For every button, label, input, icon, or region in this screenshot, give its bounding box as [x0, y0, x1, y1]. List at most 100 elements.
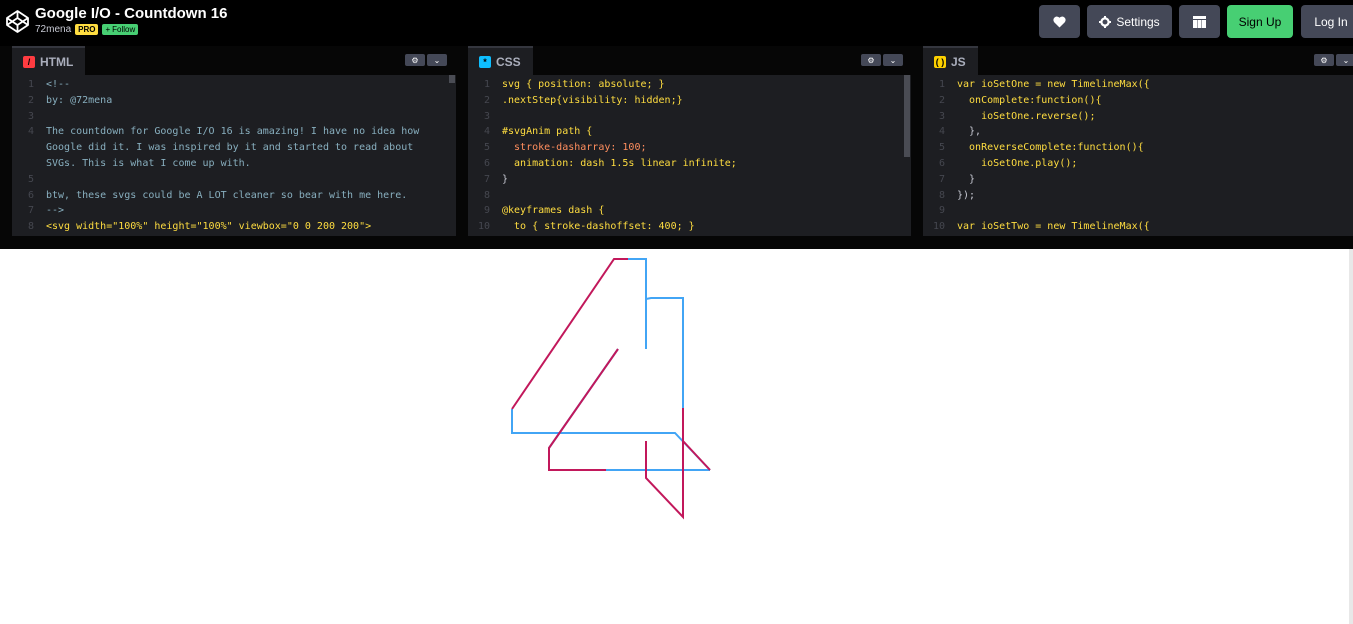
- line-number: 5: [27, 173, 34, 185]
- line-number: 7: [938, 173, 945, 185]
- code-line: #svgAnim path {: [502, 126, 593, 138]
- follow-button[interactable]: + Follow: [102, 24, 139, 35]
- tab-html-label: HTML: [40, 54, 74, 69]
- line-number: 2: [27, 94, 34, 106]
- css-editor[interactable]: * CSS ⚙ ⌄ 1 svg { position: absolute; } …: [468, 46, 911, 236]
- pen-meta: 72mena PRO + Follow: [35, 24, 139, 35]
- pen-title: Google I/O - Countdown 16: [35, 5, 228, 22]
- code-line: onComplete:function(){: [957, 94, 1102, 106]
- login-button[interactable]: Log In: [1301, 5, 1353, 38]
- js-collapse-button[interactable]: ⌄: [1336, 54, 1353, 66]
- css-file-icon: *: [479, 55, 491, 68]
- js-editor[interactable]: ( ) JS ⚙ ⌄ 1 var ioSetOne = new Timeline…: [923, 46, 1353, 236]
- html-file-icon: /: [23, 55, 35, 68]
- gear-icon: ⚙: [411, 55, 419, 65]
- line-number: 8: [483, 189, 490, 201]
- tab-css[interactable]: * CSS: [468, 46, 533, 75]
- code-line: },: [957, 126, 982, 138]
- author-link[interactable]: 72mena: [35, 24, 71, 35]
- code-line: var ioSetTwo = new TimelineMax({: [957, 221, 1150, 233]
- line-number: 10: [932, 221, 945, 233]
- html-scrollbar[interactable]: [448, 75, 456, 236]
- css-scroll-thumb[interactable]: [904, 75, 910, 157]
- line-number: 7: [27, 205, 34, 217]
- js-file-icon: ( ): [934, 55, 946, 68]
- code-line: });: [957, 189, 976, 201]
- animated-number-four: [511, 258, 711, 520]
- line-number: 1: [27, 79, 34, 90]
- line-number: 9: [483, 205, 490, 217]
- code-line: -->: [46, 205, 65, 217]
- code-line: <!--: [46, 79, 71, 90]
- blue-four-crossbar: [511, 409, 711, 471]
- line-number: 4: [27, 126, 34, 138]
- html-collapse-button[interactable]: ⌄: [427, 54, 447, 66]
- js-settings-button[interactable]: ⚙: [1314, 54, 1334, 66]
- line-number: 8: [27, 221, 34, 233]
- tab-js[interactable]: ( ) JS: [923, 46, 978, 75]
- js-tabbar: ( ) JS ⚙ ⌄: [923, 46, 1353, 75]
- css-scrollbar[interactable]: [903, 75, 911, 236]
- result-preview[interactable]: [0, 249, 1353, 624]
- html-editor[interactable]: / HTML ⚙ ⌄ 1 <!-- 2 by: @72mena 3 4 The …: [12, 46, 456, 236]
- chevron-down-icon: ⌄: [889, 55, 897, 65]
- tab-js-label: JS: [951, 54, 966, 69]
- code-line: SVGs. This is what I come up with.: [46, 158, 251, 169]
- chevron-down-icon: ⌄: [1342, 55, 1350, 65]
- html-settings-button[interactable]: ⚙: [405, 54, 425, 66]
- line-number: 5: [483, 142, 490, 154]
- html-pane-controls: ⚙ ⌄: [405, 54, 447, 66]
- code-line: @keyframes dash {: [502, 205, 605, 217]
- line-number: 3: [483, 110, 490, 122]
- code-line: Google did it. I was inspired by it and …: [46, 142, 414, 154]
- line-number: 5: [938, 142, 945, 154]
- magenta-four-stem: [645, 408, 684, 520]
- magenta-four-inner: [548, 348, 619, 471]
- tab-css-label: CSS: [496, 54, 521, 69]
- code-line: to { stroke-dashoffset: 400; }: [502, 221, 695, 233]
- css-pane-controls: ⚙ ⌄: [861, 54, 903, 66]
- line-number: 3: [27, 110, 34, 122]
- gear-icon: ⚙: [1320, 55, 1328, 65]
- settings-button[interactable]: Settings: [1087, 5, 1172, 38]
- follow-label: Follow: [112, 25, 136, 34]
- line-number: 4: [938, 126, 945, 138]
- html-scroll-thumb[interactable]: [449, 75, 455, 83]
- code-line: <svg width="100%" height="100%" viewbox=…: [46, 221, 372, 233]
- codepen-logo-icon[interactable]: [5, 9, 30, 34]
- code-line: ioSetOne.play();: [957, 158, 1078, 169]
- line-number: 4: [483, 126, 490, 138]
- line-number: 2: [938, 94, 945, 106]
- css-settings-button[interactable]: ⚙: [861, 54, 881, 66]
- code-line: .nextStep{visibility: hidden;}: [502, 94, 683, 106]
- line-number: 6: [27, 189, 34, 201]
- resize-handle[interactable]: [0, 236, 1353, 249]
- css-tabbar: * CSS ⚙ ⌄: [468, 46, 911, 75]
- code-line: stroke-dasharray: 100;: [502, 142, 647, 154]
- html-tabbar: / HTML ⚙ ⌄: [12, 46, 456, 75]
- line-number: 1: [938, 79, 945, 90]
- line-number: 1: [483, 79, 490, 90]
- code-line: The countdown for Google I/O 16 is amazi…: [46, 126, 420, 138]
- gear-icon: ⚙: [867, 55, 875, 65]
- css-collapse-button[interactable]: ⌄: [883, 54, 903, 66]
- line-number: 10: [477, 221, 490, 233]
- heart-icon: [1053, 16, 1066, 27]
- tab-html[interactable]: / HTML: [12, 46, 86, 75]
- gear-icon: [1099, 15, 1112, 28]
- pro-badge: PRO: [75, 24, 99, 35]
- signup-button[interactable]: Sign Up: [1227, 5, 1293, 38]
- magenta-four-tail: [682, 440, 711, 471]
- code-line: btw, these svgs could be A LOT cleaner s…: [46, 189, 408, 201]
- code-line: }: [957, 173, 976, 185]
- heart-button[interactable]: [1039, 5, 1080, 38]
- code-line: svg { position: absolute; }: [502, 79, 665, 90]
- chevron-down-icon: ⌄: [433, 55, 441, 65]
- layout-button[interactable]: [1179, 5, 1220, 38]
- code-line: }: [502, 173, 509, 185]
- preview-scrollbar[interactable]: [1349, 249, 1353, 624]
- settings-label: Settings: [1116, 14, 1160, 29]
- line-number: 2: [483, 94, 490, 106]
- editor-area: / HTML ⚙ ⌄ 1 <!-- 2 by: @72mena 3 4 The …: [0, 46, 1353, 236]
- line-number: 6: [483, 158, 490, 169]
